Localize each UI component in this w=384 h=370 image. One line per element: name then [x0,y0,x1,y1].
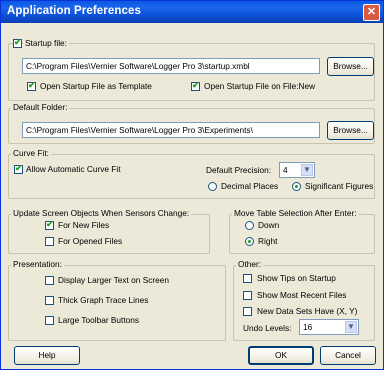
check-icon: ✔ [192,80,200,90]
other-group-label: Other: [236,259,264,269]
startup-path-field[interactable]: C:\Program Files\Vernier Software\Logger… [22,58,320,74]
undo-levels-value: 16 [303,322,313,332]
template-checkbox[interactable]: ✔ [27,80,36,91]
curve-fit-group-label: Curve Fit: [11,148,51,158]
check-icon: ✔ [14,37,22,47]
auto-curve-fit-label: Allow Automatic Curve Fit [26,164,121,174]
significant-figures-label: Significant Figures [305,181,374,191]
startup-group-label: Startup file: [23,38,69,48]
decimal-places-radio[interactable] [208,182,217,191]
precision-label: Default Precision: [206,165,272,175]
precision-select[interactable]: 4 ▼ [279,162,315,178]
preferences-dialog: Application Preferences ✕ ✔ Startup file… [0,0,384,370]
thick-lines-label: Thick Graph Trace Lines [58,295,149,305]
update-objects-group-label: Update Screen Objects When Sensors Chang… [11,208,192,218]
undo-levels-label: Undo Levels: [243,323,292,333]
right-radio[interactable] [245,237,254,246]
check-icon: ✔ [28,80,36,90]
folder-group-label: Default Folder: [11,102,70,112]
undo-levels-select[interactable]: 16 ▼ [299,319,359,335]
right-label: Right [258,236,278,246]
chevron-down-icon[interactable]: ▼ [301,164,313,176]
startup-browse-button[interactable]: Browse... [327,57,374,76]
new-files-checkbox[interactable]: ✔ [45,219,54,230]
check-icon: ✔ [46,219,54,229]
opened-files-checkbox[interactable] [45,237,54,246]
tips-label: Show Tips on Startup [257,273,336,283]
template-label: Open Startup File as Template [40,81,152,91]
on-new-checkbox[interactable]: ✔ [191,80,200,91]
radio-dot [248,240,251,243]
move-table-group-label: Move Table Selection After Enter: [232,208,359,218]
presentation-group-label: Presentation: [11,259,64,269]
larger-text-label: Display Larger Text on Screen [58,275,169,285]
chevron-down-icon[interactable]: ▼ [345,321,357,333]
folder-path-field[interactable]: C:\Program Files\Vernier Software\Logger… [22,122,320,138]
tips-checkbox[interactable] [243,274,252,283]
help-button[interactable]: Help [14,346,80,365]
window-title: Application Preferences [7,5,141,17]
down-radio[interactable] [245,221,254,230]
large-buttons-checkbox[interactable] [45,316,54,325]
title-bar[interactable]: Application Preferences ✕ [1,1,383,23]
opened-files-label: For Opened Files [58,236,123,246]
significant-figures-radio[interactable] [292,182,301,191]
on-new-label: Open Startup File on File:New [204,81,316,91]
folder-browse-button[interactable]: Browse... [327,121,374,140]
recent-files-label: Show Most Recent Files [257,290,347,300]
new-files-label: For New Files [58,220,110,230]
precision-value: 4 [283,165,288,175]
ok-button[interactable]: OK [248,346,314,365]
recent-files-checkbox[interactable] [243,291,252,300]
down-label: Down [258,220,280,230]
cancel-button[interactable]: Cancel [320,346,376,365]
curve-fit-group [8,154,375,199]
radio-dot [295,185,298,188]
larger-text-checkbox[interactable] [45,276,54,285]
large-buttons-label: Large Toolbar Buttons [58,315,140,325]
auto-curve-fit-checkbox[interactable]: ✔ [14,163,23,174]
startup-file-checkbox[interactable]: ✔ [13,37,22,48]
thick-lines-checkbox[interactable] [45,296,54,305]
move-table-group [229,214,375,254]
decimal-places-label: Decimal Places [221,181,279,191]
close-icon[interactable]: ✕ [363,4,380,21]
new-data-sets-checkbox[interactable] [243,307,252,316]
check-icon: ✔ [15,163,23,173]
new-data-sets-label: New Data Sets Have (X, Y) [257,306,358,316]
